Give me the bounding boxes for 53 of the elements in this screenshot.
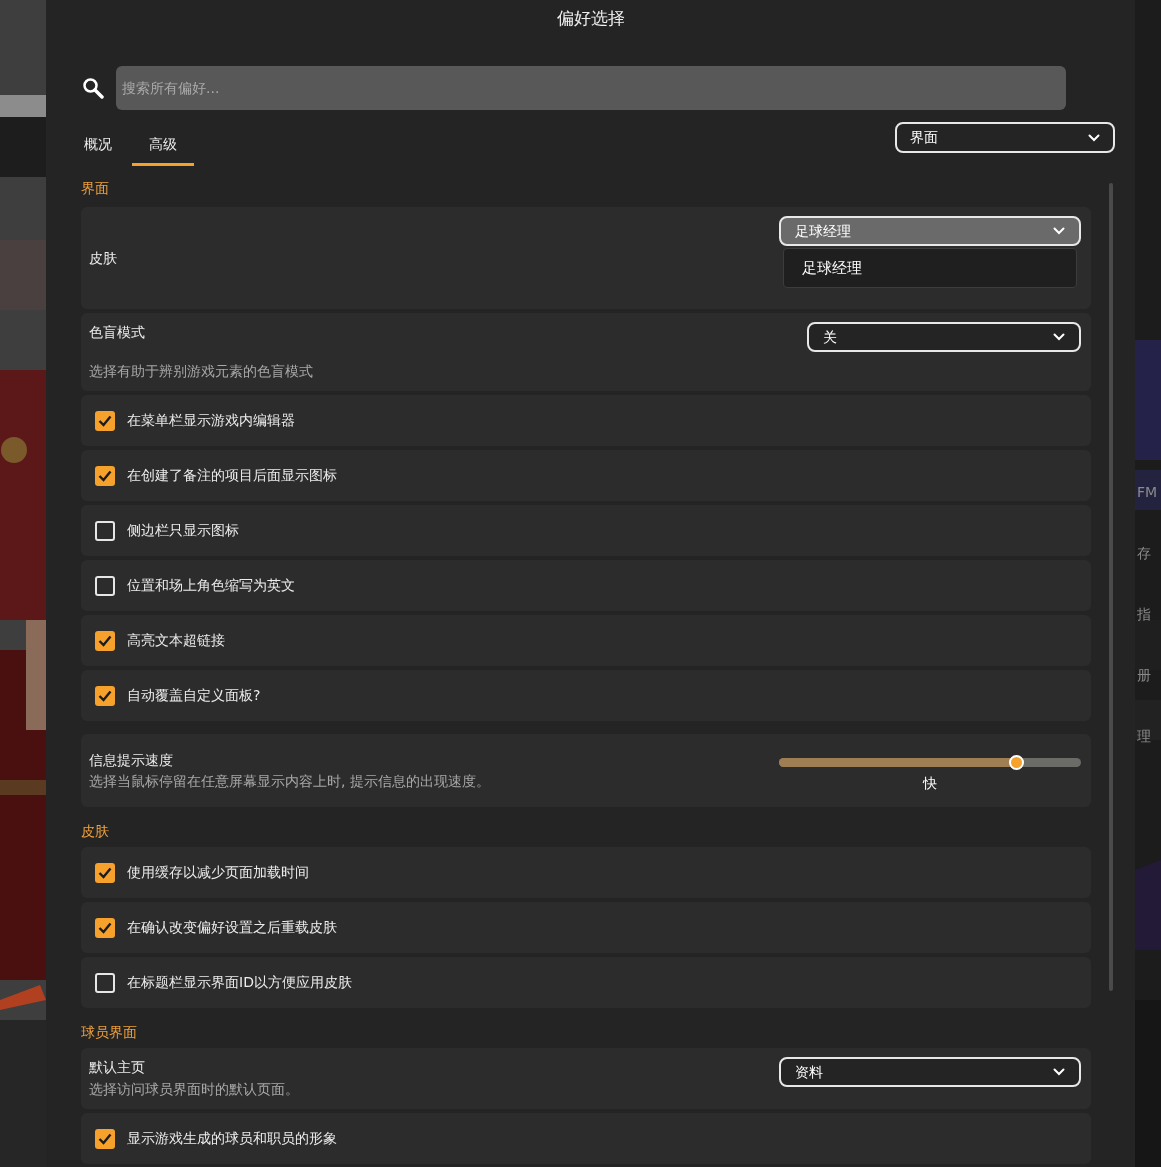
dropdown[interactable]: 关 bbox=[807, 322, 1081, 352]
background-text: 存 bbox=[1137, 544, 1151, 563]
window-title: 偏好选择 bbox=[556, 6, 625, 30]
setting-label: 在创建了备注的项目后面显示图标 bbox=[127, 466, 337, 485]
setting-label: 位置和场上角色缩写为英文 bbox=[127, 576, 295, 595]
section-heading: 球员界面 bbox=[81, 1023, 138, 1042]
search-field[interactable]: 搜索所有偏好... bbox=[116, 66, 1066, 110]
setting-label: 显示游戏生成的球员和职员的形象 bbox=[127, 1129, 337, 1148]
background-text: 指 bbox=[1137, 605, 1151, 624]
checkbox[interactable] bbox=[95, 972, 115, 993]
slider-thumb[interactable] bbox=[1009, 754, 1025, 770]
slider-track[interactable] bbox=[779, 757, 1081, 767]
dropdown[interactable]: 足球经理 bbox=[779, 216, 1081, 246]
slider-value: 快 bbox=[923, 773, 937, 793]
checkbox[interactable] bbox=[95, 520, 115, 541]
checkbox[interactable] bbox=[95, 1128, 115, 1149]
setting-label: 在标题栏显示界面ID以方便应用皮肤 bbox=[127, 973, 352, 992]
checkbox[interactable] bbox=[95, 465, 115, 486]
background-text: 册 bbox=[1137, 666, 1151, 685]
setting-label: 高亮文本超链接 bbox=[127, 631, 225, 650]
setting-description: 选择访问球员界面时的默认页面。 bbox=[89, 1080, 299, 1099]
section-heading: 界面 bbox=[81, 179, 110, 198]
background-text: 理 bbox=[1137, 727, 1151, 746]
checkbox[interactable] bbox=[95, 630, 115, 651]
checkbox[interactable] bbox=[95, 575, 115, 596]
setting-label: 皮肤 bbox=[89, 248, 117, 268]
setting-label: 信息提示速度 bbox=[89, 750, 174, 770]
setting-label: 自动覆盖自定义面板? bbox=[127, 686, 261, 705]
search-icon bbox=[82, 77, 104, 99]
checkbox[interactable] bbox=[95, 917, 115, 938]
setting-description: 选择当鼠标停留在任意屏幕显示内容上时, 提示信息的出现速度。 bbox=[89, 771, 490, 791]
chevron-down-icon bbox=[1088, 133, 1100, 142]
section-heading: 皮肤 bbox=[81, 822, 110, 841]
checkbox[interactable] bbox=[95, 685, 115, 706]
chevron-down-icon bbox=[1053, 227, 1065, 235]
chevron-down-icon bbox=[1053, 333, 1065, 341]
setting-label: 默认主页 bbox=[89, 1058, 146, 1077]
setting-label: 使用缓存以减少页面加载时间 bbox=[127, 863, 309, 882]
chevron-down-icon bbox=[1053, 1068, 1065, 1076]
category-dropdown[interactable]: 界面 bbox=[895, 122, 1115, 153]
scrollbar[interactable] bbox=[1109, 183, 1113, 991]
checkbox[interactable] bbox=[95, 410, 115, 431]
setting-label: 在菜单栏显示游戏内编辑器 bbox=[127, 411, 295, 430]
setting-label: 色盲模式 bbox=[89, 323, 146, 342]
background-text: FM bbox=[1137, 483, 1158, 502]
tab[interactable]: 高级 bbox=[132, 132, 194, 166]
checkbox[interactable] bbox=[95, 862, 115, 883]
setting-label: 在确认改变偏好设置之后重载皮肤 bbox=[127, 918, 337, 937]
tab[interactable]: 概况 bbox=[76, 132, 120, 166]
setting-description: 选择有助于辨别游戏元素的色盲模式 bbox=[89, 362, 313, 381]
dropdown[interactable]: 资料 bbox=[779, 1057, 1081, 1087]
dropdown-option[interactable]: 足球经理 bbox=[802, 256, 1058, 280]
setting-label: 侧边栏只显示图标 bbox=[127, 521, 239, 540]
